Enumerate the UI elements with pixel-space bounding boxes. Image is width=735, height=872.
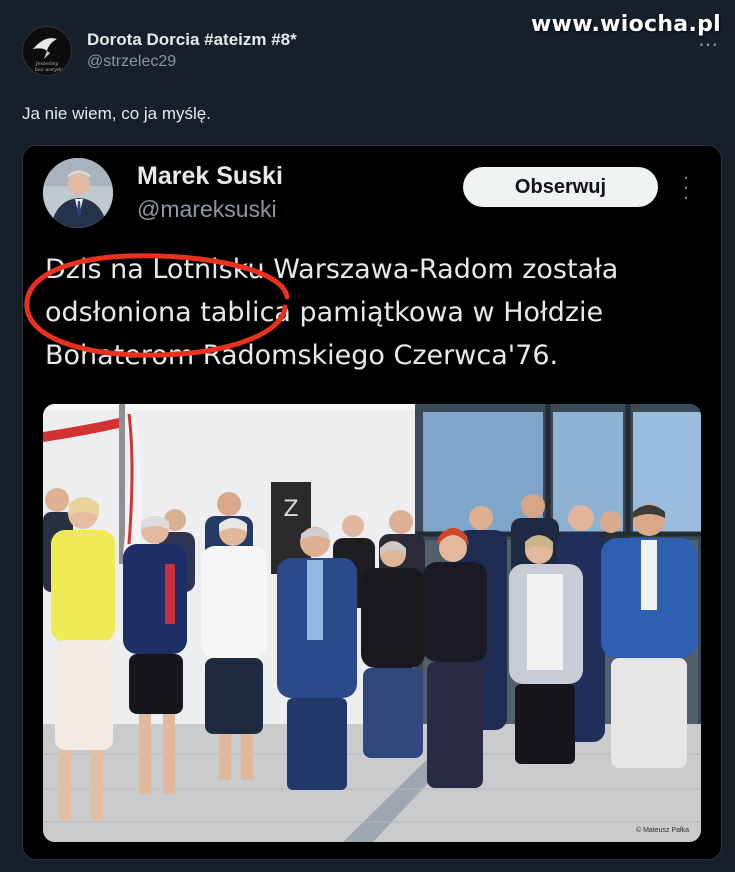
quoted-avatar[interactable]	[43, 158, 113, 228]
svg-text:bez wstydu: bez wstydu	[35, 67, 63, 73]
author-name[interactable]: Dorota Dorcia #ateizm #8*	[87, 30, 297, 50]
group-photo-image: Z © Mateusz Pałka	[43, 404, 701, 842]
avatar[interactable]: Jesteśmy bez wstydu	[22, 26, 72, 76]
svg-text:Z: Z	[283, 497, 298, 522]
watermark: www.wiocha.pl	[531, 12, 721, 37]
more-options-icon[interactable]: ⋯	[698, 32, 719, 57]
tweet-photo[interactable]: Z © Mateusz Pałka	[43, 404, 701, 842]
svg-text:Jesteśmy: Jesteśmy	[35, 60, 59, 67]
text-line: Dziś na Lotnisku Warszawa-Radom została	[45, 254, 619, 285]
quoted-tweet-text: Dziś na Lotnisku Warszawa-Radom została …	[45, 248, 705, 377]
follow-button[interactable]: Obserwuj	[463, 167, 658, 207]
text-line: Bohaterom Radomskiego Czerwca'76.	[45, 340, 559, 371]
person-portrait-icon	[43, 158, 113, 228]
photo-credit: © Mateusz Pałka	[636, 826, 689, 834]
bird-logo-icon: Jesteśmy bez wstydu	[33, 38, 63, 73]
outer-tweet-header: Jesteśmy bez wstydu Dorota Dorcia #ateiz…	[22, 26, 297, 76]
tweet-text: Ja nie wiem, co ja myślę.	[22, 104, 211, 123]
quoted-tweet[interactable]: Marek Suski @mareksuski Obserwuj · · · Dzi…	[22, 145, 722, 860]
text-line: odsłoniona tablica pamiątkowa w Hołdzie	[45, 297, 604, 328]
more-vertical-icon[interactable]: · · ·	[679, 166, 693, 208]
quoted-author-name[interactable]: Marek Suski	[137, 162, 283, 191]
quoted-author-handle[interactable]: @mareksuski	[137, 196, 277, 223]
author-handle[interactable]: @strzelec29	[87, 53, 297, 71]
